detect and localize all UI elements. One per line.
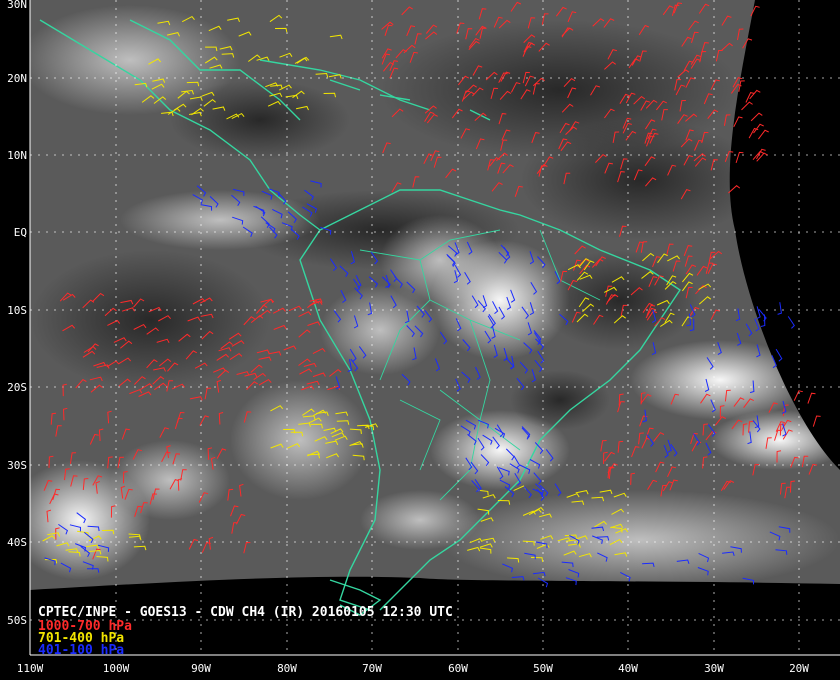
wind-barb <box>775 348 783 362</box>
lon-label: 90W <box>191 662 211 675</box>
lon-label: 100W <box>103 662 130 675</box>
wind-barb <box>750 112 763 122</box>
lat-label: EQ <box>14 226 27 239</box>
wind-barb <box>728 185 741 194</box>
wind-barb <box>749 89 761 100</box>
wind-barb <box>733 116 743 128</box>
lon-label: 60W <box>448 662 468 675</box>
lat-label: 10N <box>7 149 27 162</box>
satellite-map: 30N 20N 10N EQ 10S 20S 30S 40S 50S 110W … <box>0 0 840 680</box>
legend-item-high: 401-100 hPa <box>38 643 124 658</box>
lon-label: 80W <box>277 662 297 675</box>
lat-label: 30N <box>7 0 27 11</box>
lat-label: 40S <box>7 536 27 549</box>
wind-barb <box>793 390 803 401</box>
lat-label: 20N <box>7 72 27 85</box>
latitude-labels: 30N 20N 10N EQ 10S 20S 30S 40S 50S <box>7 0 27 627</box>
lat-label: 50S <box>7 614 27 627</box>
lon-label: 110W <box>17 662 44 675</box>
lat-label: 20S <box>7 381 27 394</box>
legend: CPTEC/INPE - GOES13 - CDW CH4 (IR) 20160… <box>38 605 453 658</box>
lon-label: 20W <box>789 662 809 675</box>
map-canvas: 30N 20N 10N EQ 10S 20S 30S 40S 50S 110W … <box>7 0 840 675</box>
wind-barb <box>735 151 744 164</box>
lat-label: 30S <box>7 459 27 472</box>
lon-label: 70W <box>362 662 382 675</box>
wind-barb <box>787 316 795 329</box>
wind-barb <box>812 415 821 427</box>
wind-barb <box>807 392 816 404</box>
wind-barb <box>758 129 769 140</box>
wind-barb <box>777 302 782 315</box>
lon-label: 30W <box>704 662 724 675</box>
lon-label: 50W <box>533 662 553 675</box>
lon-label: 40W <box>618 662 638 675</box>
wind-barb <box>748 127 759 139</box>
image-title: CPTEC/INPE - GOES13 - CDW CH4 (IR) 20160… <box>38 605 453 620</box>
lat-label: 10S <box>7 304 27 317</box>
wind-barb <box>760 314 766 327</box>
longitude-labels: 110W 100W 90W 80W 70W 60W 50W 40W 30W 20… <box>17 662 810 675</box>
wind-barb <box>741 101 753 111</box>
